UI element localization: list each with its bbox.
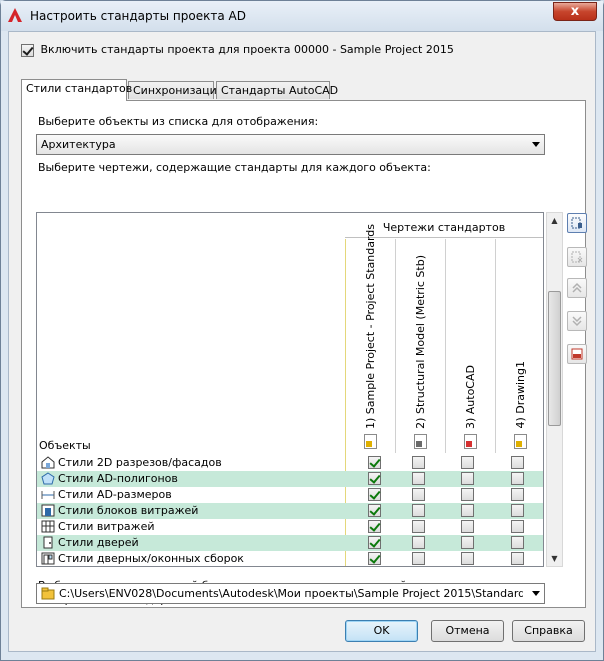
row-7-col-1-checkbox[interactable] bbox=[368, 552, 381, 565]
row-1-col-3-checkbox[interactable] bbox=[461, 456, 474, 469]
tab-synchronization[interactable]: Синхронизация bbox=[128, 81, 223, 99]
column-header-2[interactable]: 2) Structural Model (Metric Stb) bbox=[395, 239, 445, 453]
grid-scrollbar[interactable]: ▲ ▼ bbox=[546, 212, 563, 567]
table-row[interactable]: Стили AD-полигонов bbox=[37, 471, 543, 487]
report-button[interactable] bbox=[567, 344, 587, 364]
dialog-window: Настроить стандарты проекта AD x Включит… bbox=[0, 0, 604, 661]
help-button[interactable]: Справка bbox=[512, 620, 585, 642]
autocad-logo-icon bbox=[8, 8, 22, 22]
enable-standards-checkbox[interactable] bbox=[21, 43, 34, 57]
objects-combo[interactable]: Архитектура bbox=[36, 134, 545, 155]
section-elevation-icon bbox=[41, 456, 55, 469]
standards-styles-panel: Выберите объекты из списка для отображен… bbox=[21, 100, 587, 608]
tab-standards-styles[interactable]: Стили стандартов bbox=[21, 79, 132, 101]
row-2-col-1-checkbox[interactable] bbox=[368, 472, 381, 485]
tab-autocad-standards[interactable]: Стандарты AutoCAD bbox=[216, 81, 338, 99]
row-7-col-2-checkbox[interactable] bbox=[412, 552, 425, 565]
scroll-down-arrow-icon[interactable]: ▼ bbox=[547, 551, 562, 566]
row-6-col-1-checkbox[interactable] bbox=[368, 536, 381, 549]
table-row[interactable]: Стили 2D разрезов/фасадов bbox=[37, 455, 543, 471]
row-3-col-2-checkbox[interactable] bbox=[412, 488, 425, 501]
table-row[interactable]: Стили витражей bbox=[37, 519, 543, 535]
title-bar: Настроить стандарты проекта AD x bbox=[1, 1, 603, 31]
drawing-folder-icon bbox=[364, 434, 377, 449]
ok-button[interactable]: OK bbox=[345, 620, 418, 642]
chevron-down-icon bbox=[532, 591, 540, 596]
enable-standards-label: Включить стандарты проекта для проекта 0… bbox=[40, 43, 454, 56]
column-header-4[interactable]: 4) Drawing1 bbox=[495, 239, 543, 453]
scrollbar-thumb[interactable] bbox=[548, 291, 561, 426]
display-drawing-combo-value: C:\Users\ENV028\Documents\Autodesk\Мои п… bbox=[59, 587, 523, 600]
double-chevron-up-icon bbox=[572, 282, 582, 293]
row-6-col-2-checkbox[interactable] bbox=[412, 536, 425, 549]
enable-standards-row[interactable]: Включить стандарты проекта для проекта 0… bbox=[21, 43, 454, 57]
curtain-wall-unit-icon bbox=[41, 504, 55, 517]
row-3-col-4-checkbox[interactable] bbox=[511, 488, 524, 501]
double-chevron-down-icon bbox=[572, 316, 582, 327]
objects-column-header: Объекты bbox=[39, 439, 91, 452]
row-1-col-4-checkbox[interactable] bbox=[511, 456, 524, 469]
grid-rows: Стили 2D разрезов/фасадов Стили AD-полиг… bbox=[37, 455, 543, 566]
window-title: Настроить стандарты проекта AD bbox=[30, 9, 246, 23]
dwt-file-icon bbox=[414, 434, 427, 449]
row-5-col-4-checkbox[interactable] bbox=[511, 520, 524, 533]
table-row[interactable]: Стили дверных/оконных сборок bbox=[37, 551, 543, 566]
cancel-button[interactable]: Отмена bbox=[431, 620, 504, 642]
row-4-col-3-checkbox[interactable] bbox=[461, 504, 474, 517]
curtain-wall-icon bbox=[41, 520, 55, 533]
dimension-icon bbox=[41, 491, 55, 499]
row-5-col-3-checkbox[interactable] bbox=[461, 520, 474, 533]
chevron-down-icon bbox=[532, 142, 540, 147]
row-3-col-1-checkbox[interactable] bbox=[368, 488, 381, 501]
row-2-col-3-checkbox[interactable] bbox=[461, 472, 474, 485]
column-header-3[interactable]: 3) AutoCAD bbox=[445, 239, 495, 453]
objects-prompt: Выберите объекты из списка для отображен… bbox=[38, 115, 319, 128]
add-drawing-button[interactable] bbox=[567, 213, 587, 233]
row-4-col-2-checkbox[interactable] bbox=[412, 504, 425, 517]
move-up-button[interactable] bbox=[567, 278, 587, 298]
drawing-folder-icon bbox=[41, 587, 55, 600]
drawings-prompt: Выберите чертежи, содержащие стандарты д… bbox=[38, 161, 431, 174]
objects-combo-value: Архитектура bbox=[41, 138, 116, 151]
row-4-col-1-checkbox[interactable] bbox=[368, 504, 381, 517]
table-row[interactable]: Стили AD-размеров bbox=[37, 487, 543, 503]
scroll-up-arrow-icon[interactable]: ▲ bbox=[547, 213, 562, 228]
report-icon bbox=[571, 348, 583, 360]
row-1-col-1-checkbox[interactable] bbox=[368, 456, 381, 469]
row-1-col-2-checkbox[interactable] bbox=[412, 456, 425, 469]
table-row[interactable]: Стили блоков витражей bbox=[37, 503, 543, 519]
close-button[interactable]: x bbox=[553, 2, 597, 21]
dws-file-icon bbox=[464, 434, 477, 449]
row-6-col-4-checkbox[interactable] bbox=[511, 536, 524, 549]
move-down-button[interactable] bbox=[567, 311, 587, 331]
row-3-col-3-checkbox[interactable] bbox=[461, 488, 474, 501]
row-7-col-3-checkbox[interactable] bbox=[461, 552, 474, 565]
row-5-col-1-checkbox[interactable] bbox=[368, 520, 381, 533]
row-6-col-3-checkbox[interactable] bbox=[461, 536, 474, 549]
standards-grid: Чертежи стандартов 1) Sample Project - P… bbox=[36, 212, 544, 567]
add-drawing-icon bbox=[571, 217, 582, 229]
row-5-col-2-checkbox[interactable] bbox=[412, 520, 425, 533]
row-2-col-4-checkbox[interactable] bbox=[511, 472, 524, 485]
drawing-folder-icon bbox=[514, 434, 527, 449]
dialog-client: Включить стандарты проекта для проекта 0… bbox=[8, 31, 596, 652]
column-header-1[interactable]: 1) Sample Project - Project Standards bbox=[345, 224, 395, 453]
row-4-col-4-checkbox[interactable] bbox=[511, 504, 524, 517]
remove-drawing-icon bbox=[571, 251, 583, 263]
door-icon bbox=[43, 536, 53, 549]
table-row[interactable]: Стили дверей bbox=[37, 535, 543, 551]
door-window-assembly-icon bbox=[41, 552, 55, 565]
row-7-col-4-checkbox[interactable] bbox=[511, 552, 524, 565]
polygon-icon bbox=[41, 472, 55, 485]
display-drawing-combo[interactable]: C:\Users\ENV028\Documents\Autodesk\Мои п… bbox=[36, 583, 545, 604]
remove-drawing-button[interactable] bbox=[567, 247, 587, 267]
row-2-col-2-checkbox[interactable] bbox=[412, 472, 425, 485]
